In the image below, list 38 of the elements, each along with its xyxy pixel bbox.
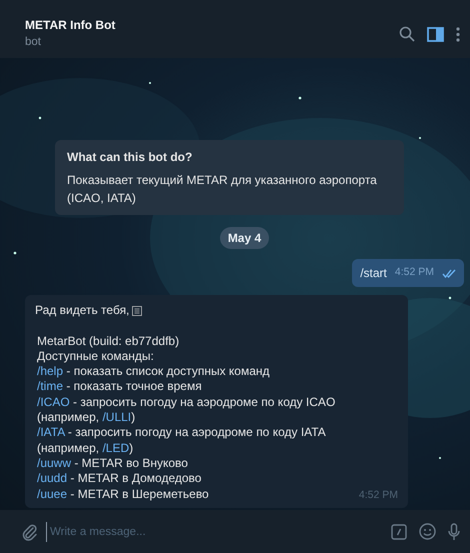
message-time: 4:52 PM [394, 265, 434, 280]
emoji-icon[interactable] [419, 523, 436, 540]
command-link[interactable]: /ULLI [102, 410, 132, 424]
command-link[interactable]: /LED [102, 440, 130, 455]
chat-subtitle: bot [25, 35, 42, 50]
microphone-icon[interactable] [448, 522, 460, 540]
command-link[interactable]: /time [37, 379, 64, 394]
message-line: Доступные команды: [36, 348, 154, 364]
more-icon[interactable] [456, 26, 460, 42]
command-link[interactable]: /help [37, 364, 64, 378]
missing-glyph-icon [132, 306, 142, 316]
message-line: /uudd - METAR в Домодедово [36, 471, 202, 487]
sidebar-toggle-icon[interactable] [427, 26, 444, 42]
bot-info-text: Показывает текущий METAR для указанного аэропорта (ICAO, IATA) [67, 172, 378, 207]
message-line: /ICAO - запросить погоду на аэродроме по коду ICAO [36, 394, 336, 410]
message-line: /uuww - METAR во Внуково [36, 456, 188, 472]
message-line: /IATA - запросить погоду на аэродроме по коду IATA [36, 425, 326, 441]
command-link[interactable]: /uudd [37, 471, 68, 486]
bot-info-title: What can this bot do? [67, 149, 194, 166]
message-time: 4:52 PM [358, 488, 398, 503]
command-link[interactable]: /ICAO [37, 394, 70, 409]
message-line: (например, /LED) [36, 440, 134, 456]
greeting-text: Рад видеть тебя, [35, 303, 130, 318]
command-link[interactable]: /uuee [37, 486, 68, 501]
message-line: /uuee - METAR в Шереметьево [36, 486, 209, 502]
command-link[interactable]: /IATA [37, 425, 65, 440]
attach-icon[interactable] [22, 522, 38, 540]
message-composer[interactable]: Write a message... [0, 510, 470, 553]
message-text: /start [360, 265, 387, 282]
search-icon[interactable] [399, 26, 415, 42]
date-badge: May 4 [220, 227, 270, 249]
message-line: MetarBot (build: eb77ddfb) [36, 334, 180, 349]
message-line: /time - показать точное время [36, 379, 202, 395]
message-line: (например, /ULLI) [36, 410, 136, 426]
command-link[interactable]: /uuww [37, 456, 72, 470]
bot-commands-icon[interactable] [391, 524, 407, 540]
chat-title: METAR Info Bot [25, 17, 116, 34]
message-line: /help - показать список доступных команд [36, 364, 270, 380]
